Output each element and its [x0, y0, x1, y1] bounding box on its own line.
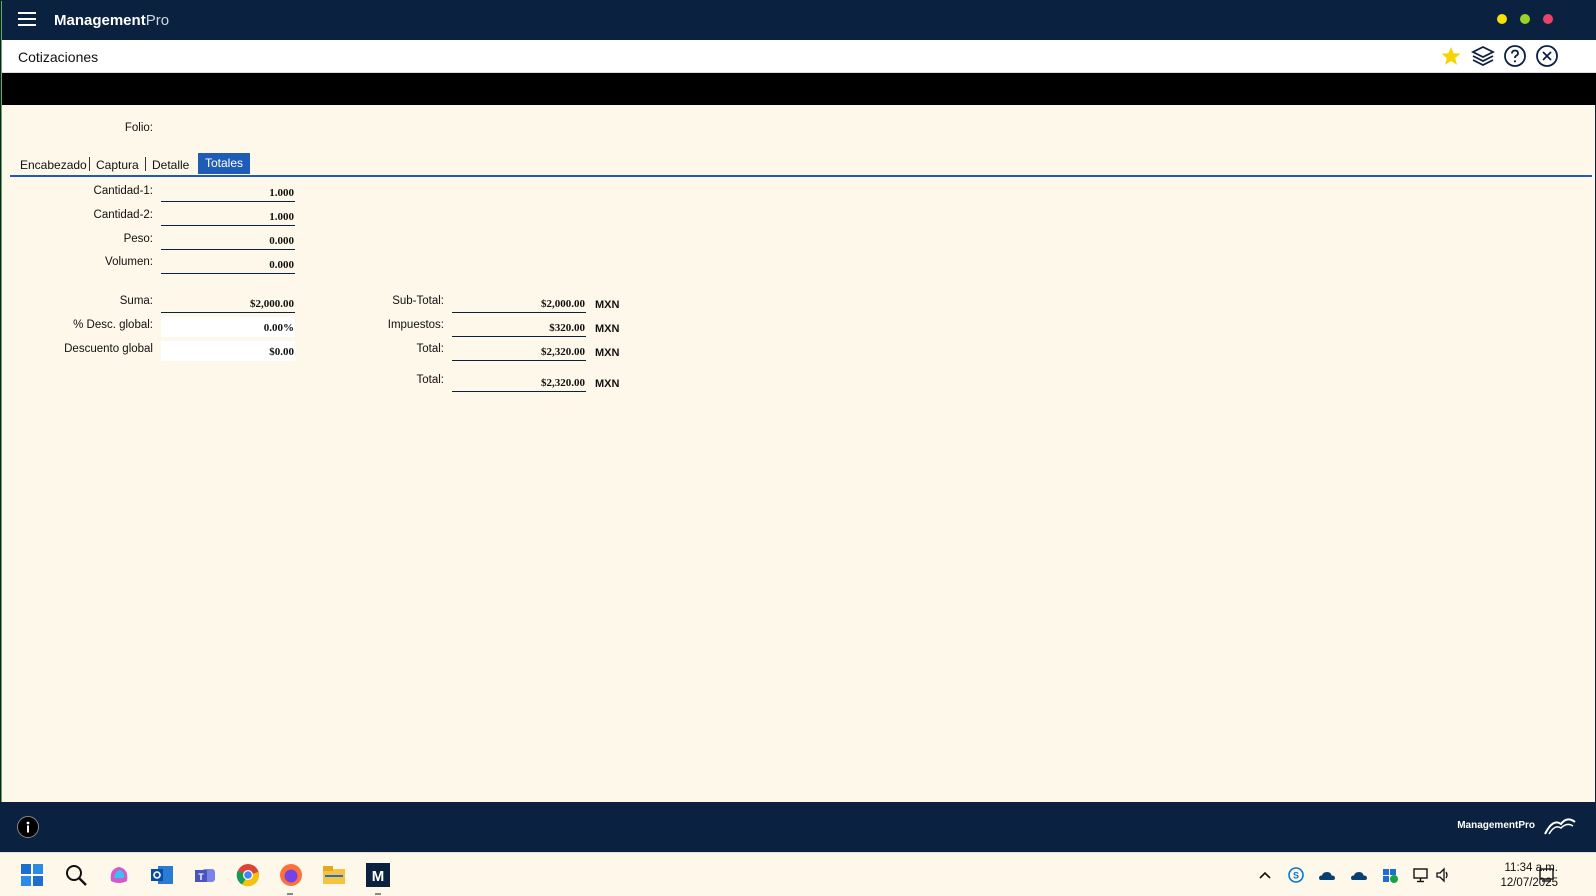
descuento-global-label: Descuento global — [64, 343, 153, 355]
firefox-icon[interactable] — [279, 863, 303, 887]
star-icon[interactable] — [1439, 44, 1463, 68]
close-icon[interactable] — [1535, 44, 1559, 68]
menu-icon[interactable] — [18, 12, 36, 28]
total-final-field: $2,320.00 — [452, 372, 586, 392]
total-final-currency: MXN — [595, 378, 620, 390]
close-window-button[interactable] — [1543, 14, 1553, 24]
cantidad1-field[interactable]: 1.000 — [161, 182, 295, 202]
minimize-button[interactable] — [1497, 14, 1507, 24]
copilot-icon[interactable] — [107, 863, 131, 887]
file-explorer-icon[interactable] — [322, 863, 346, 887]
notification-icon[interactable] — [1538, 867, 1556, 883]
teams-icon[interactable]: T — [193, 863, 217, 887]
volumen-label: Volumen: — [105, 256, 153, 268]
app-footer: ManagementPro — [1, 802, 1595, 852]
windows-start-icon[interactable] — [20, 863, 44, 887]
layers-icon[interactable] — [1471, 44, 1495, 68]
tab-separator — [145, 157, 146, 171]
page-title: Cotizaciones — [18, 49, 99, 65]
chevron-up-icon[interactable] — [1256, 867, 1274, 883]
maximize-button[interactable] — [1520, 14, 1530, 24]
network-icon[interactable] — [1412, 867, 1430, 883]
subtotal-field: $2,000.00 — [452, 293, 586, 313]
page-header: Cotizaciones — [2, 40, 1596, 73]
peso-field[interactable]: 0.000 — [161, 230, 295, 250]
total-currency: MXN — [595, 347, 620, 359]
security-icon[interactable] — [1381, 867, 1399, 883]
peso-label: Peso: — [123, 233, 153, 245]
tab-captura[interactable]: Captura — [96, 153, 139, 174]
cantidad2-label: Cantidad-2: — [93, 209, 153, 221]
folio-label: Folio: — [124, 122, 153, 134]
tab-totales[interactable]: Totales — [198, 153, 251, 174]
volume-icon[interactable] — [1435, 867, 1453, 883]
impuestos-currency: MXN — [595, 323, 620, 335]
chrome-icon[interactable] — [236, 863, 260, 887]
title-bar: ManagementPro — [2, 1, 1596, 40]
suma-label: Suma: — [119, 295, 153, 307]
running-indicator — [287, 893, 293, 895]
windows-taskbar: T M S 11:34 a.m. 12/07/2025 — [0, 852, 1596, 896]
onedrive-icon[interactable] — [1350, 867, 1368, 883]
suma-field[interactable]: $2,000.00 — [161, 293, 295, 313]
help-icon[interactable] — [1503, 44, 1527, 68]
total-final-label: Total: — [416, 374, 445, 386]
impuestos-field: $320.00 — [452, 317, 586, 337]
info-icon[interactable] — [17, 816, 39, 838]
svg-text:S: S — [1293, 871, 1299, 881]
impuestos-label: Impuestos: — [387, 319, 444, 331]
tab-encabezado[interactable]: Encabezado — [20, 153, 87, 174]
onedrive-icon[interactable] — [1318, 867, 1336, 883]
cantidad1-label: Cantidad-1: — [93, 185, 153, 197]
app-window: ManagementPro Cotizaciones Folio: Encabe… — [1, 1, 1596, 852]
managementpro-icon[interactable]: M — [366, 863, 390, 887]
cantidad2-field[interactable]: 1.000 — [161, 206, 295, 226]
volumen-field[interactable]: 0.000 — [161, 254, 295, 274]
tab-separator — [89, 157, 90, 171]
descuento-global-field[interactable]: $0.00 — [161, 341, 295, 361]
svg-text:M: M — [372, 868, 385, 885]
total-label: Total: — [416, 343, 445, 355]
footer-brand: ManagementPro — [1457, 820, 1535, 831]
subtotal-currency: MXN — [595, 299, 620, 311]
total-field: $2,320.00 — [452, 341, 586, 361]
brand-logo-icon — [1544, 818, 1576, 835]
running-indicator — [375, 893, 381, 895]
desc-global-pct-field[interactable]: 0.00% — [161, 317, 295, 337]
desc-global-pct-label: % Desc. global: — [73, 319, 153, 331]
outlook-icon[interactable] — [150, 863, 174, 887]
tab-underline — [10, 175, 1592, 177]
app-title: ManagementPro — [54, 12, 170, 29]
search-icon[interactable] — [64, 863, 88, 887]
skype-icon[interactable]: S — [1287, 867, 1305, 883]
tab-detalle[interactable]: Detalle — [152, 153, 189, 174]
subtotal-label: Sub-Total: — [392, 295, 444, 307]
svg-text:T: T — [198, 872, 204, 882]
toolbar-strip — [2, 73, 1596, 105]
